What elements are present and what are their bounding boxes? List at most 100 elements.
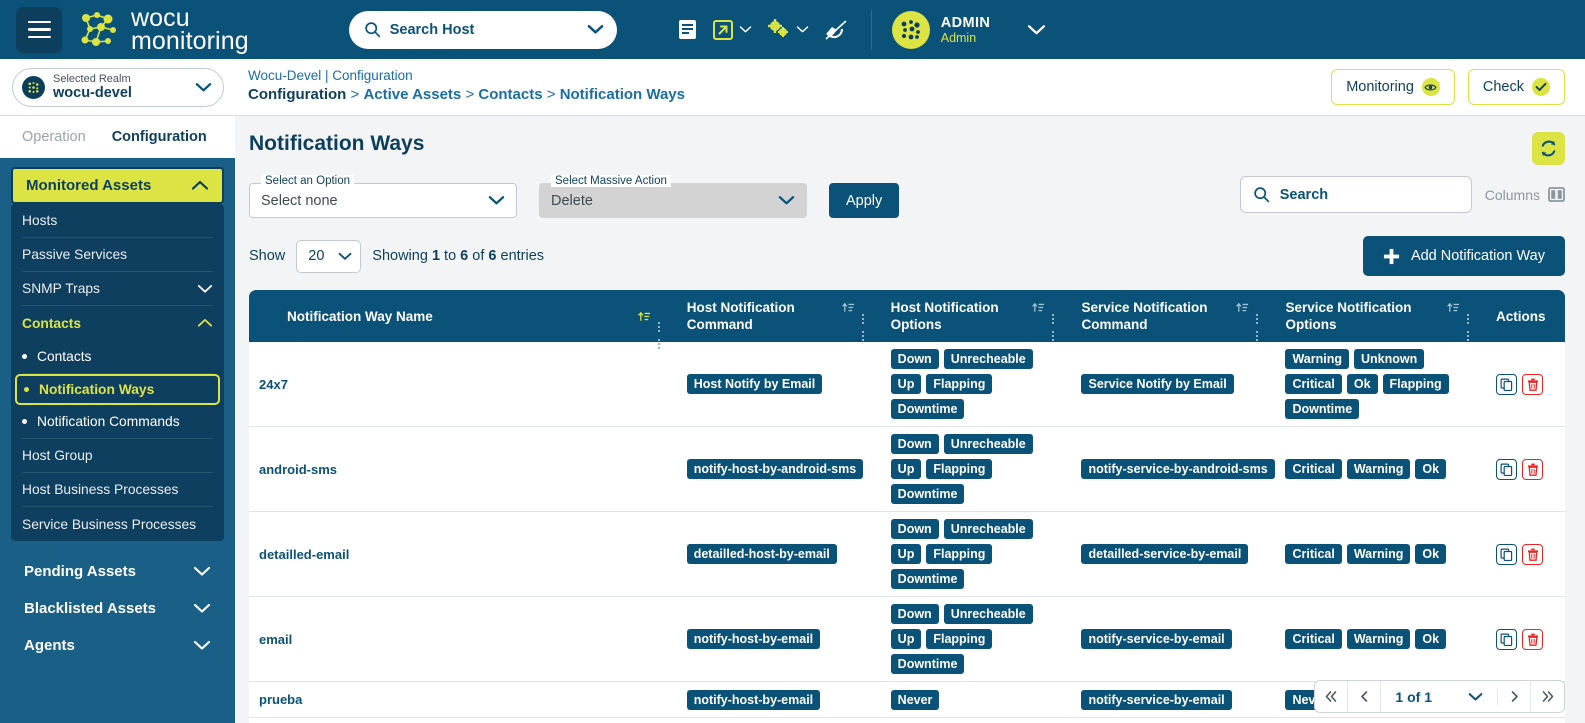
table-row[interactable]: 24x7 Host Notify by Email Down Unrecheable U… — [249, 342, 1565, 427]
monitoring-button[interactable]: Monitoring — [1331, 69, 1455, 105]
delete-button[interactable] — [1522, 543, 1543, 565]
column-drag-handle[interactable] — [1052, 303, 1061, 313]
satellite-status-button[interactable] — [823, 18, 849, 42]
documentation-button[interactable] — [677, 18, 698, 41]
sidebar-item-passive-services[interactable]: Passive Services — [22, 238, 213, 272]
search-input[interactable]: Search — [1239, 176, 1472, 213]
sidebar-group-header-agents[interactable]: Agents — [11, 627, 224, 664]
column-drag-handle[interactable] — [1256, 303, 1265, 313]
sidebar-item-notification-ways[interactable]: Notification Ways — [15, 374, 220, 405]
check-button[interactable]: Check — [1467, 69, 1565, 105]
tab-configuration[interactable]: Configuration — [112, 129, 207, 145]
grip-dot-row — [1256, 303, 1265, 305]
delete-button[interactable] — [1522, 628, 1543, 650]
chevron-down-icon[interactable] — [195, 82, 212, 93]
showing-entries-text: Showing 1 to 6 of 6 entries — [372, 248, 544, 264]
column-header-service-notification-options[interactable]: Service Notification Options — [1275, 290, 1486, 342]
sidebar-item-label: Service Business Processes — [22, 516, 197, 532]
breadcrumb-item-configuration[interactable]: Configuration — [248, 86, 346, 103]
cell-notification-way-name[interactable]: android-sms — [249, 426, 677, 512]
column-header-notification-way-name[interactable]: Notification Way Name — [249, 290, 677, 342]
option-chip: Ok — [1415, 629, 1447, 649]
sidebar-group-header-monitored-assets[interactable]: Monitored Assets — [11, 167, 224, 204]
sidebar-item-host-group[interactable]: Host Group — [22, 439, 213, 473]
sort-icon[interactable] — [841, 301, 855, 314]
monitoring-button-label: Monitoring — [1346, 79, 1414, 95]
select-an-option-dropdown[interactable]: Select none — [249, 183, 517, 218]
pagination-first-button[interactable] — [1315, 681, 1349, 712]
realm-selector[interactable]: Selected Realm wocu-devel — [12, 67, 224, 107]
brand-logo[interactable]: wocu monitoring — [80, 5, 249, 53]
show-entries-dropdown[interactable]: 20 — [296, 239, 362, 273]
cell-notification-way-name[interactable]: email — [249, 596, 677, 682]
sort-icon[interactable] — [1032, 301, 1045, 314]
apply-button[interactable]: Apply — [829, 183, 900, 218]
realm-dots-icon — [28, 81, 39, 93]
sidebar-item-contacts[interactable]: Contacts — [22, 340, 213, 374]
breadcrumb-item-notification-ways[interactable]: Notification Ways — [560, 86, 685, 103]
showing-mid: to — [440, 248, 461, 264]
chip-group: Critical Warning Ok — [1285, 544, 1476, 564]
refresh-button[interactable] — [1532, 132, 1565, 165]
external-link-button[interactable] — [712, 19, 752, 41]
chevron-down-icon[interactable] — [1027, 24, 1046, 36]
user-menu[interactable]: ADMIN Admin — [891, 10, 1047, 49]
columns-button[interactable]: Columns — [1485, 187, 1565, 203]
column-controls — [1236, 299, 1265, 314]
column-header-host-notification-options[interactable]: Host Notification Options — [880, 290, 1072, 342]
sidebar-subitem: Notification Ways — [24, 382, 154, 397]
pagination-page-selector[interactable]: 1 of 1 — [1381, 688, 1498, 705]
settings-button[interactable] — [766, 18, 809, 41]
sidebar-item-host-business-processes[interactable]: Host Business Processes — [22, 473, 213, 507]
host-search-input[interactable]: Search Host — [348, 10, 617, 49]
duplicate-button[interactable] — [1496, 373, 1517, 395]
table-row[interactable]: android-sms notify-host-by-android-sms Dow… — [249, 426, 1565, 512]
cell-host-notification-options: DownUnrecheable UpFlapping Downtime — [880, 342, 1072, 427]
pagination-next-button[interactable] — [1498, 681, 1531, 712]
chevron-down-icon[interactable] — [587, 24, 604, 35]
table-search-row: Search Columns — [1239, 176, 1565, 213]
sort-asc-icon[interactable] — [637, 310, 651, 323]
chevron-down-icon[interactable] — [796, 25, 809, 34]
sidebar-item-notification-commands[interactable]: Notification Commands — [22, 405, 213, 439]
sidebar-group-header-pending-assets[interactable]: Pending Assets — [11, 553, 224, 590]
search-icon — [1254, 187, 1269, 203]
grip-dot-row — [1052, 307, 1061, 309]
showing-pre: Showing — [372, 248, 432, 264]
column-drag-handle[interactable] — [658, 311, 667, 321]
delete-button[interactable] — [1522, 458, 1543, 480]
sort-icon[interactable] — [1447, 301, 1460, 314]
breadcrumb-item-active-assets[interactable]: Active Assets — [363, 86, 461, 103]
cell-notification-way-name[interactable]: detailled-email — [249, 511, 677, 597]
duplicate-button[interactable] — [1496, 543, 1517, 565]
copy-icon — [1500, 378, 1513, 391]
select-massive-action-dropdown[interactable]: Delete — [539, 183, 807, 218]
tab-operation[interactable]: Operation — [22, 129, 86, 145]
option-chip: Downtime — [1285, 399, 1360, 419]
sidebar-item-hosts[interactable]: Hosts — [22, 204, 213, 238]
hamburger-icon-line — [27, 20, 51, 24]
hamburger-menu-button[interactable] — [16, 6, 62, 53]
sidebar-item-snmp-traps[interactable]: SNMP Traps — [22, 272, 213, 306]
delete-button[interactable] — [1522, 373, 1543, 395]
table-row[interactable]: detailled-email detailled-host-by-email Do… — [249, 511, 1565, 597]
breadcrumb-item-contacts[interactable]: Contacts — [478, 86, 542, 103]
column-drag-handle[interactable] — [862, 303, 871, 313]
duplicate-button[interactable] — [1496, 628, 1517, 650]
table-row[interactable]: email notify-host-by-email Down Unrecheable… — [249, 596, 1565, 682]
sidebar-group-header-blacklisted-assets[interactable]: Blacklisted Assets — [11, 590, 224, 627]
sort-icon[interactable] — [1236, 301, 1249, 314]
sidebar-item-contacts-group[interactable]: Contacts — [22, 306, 213, 340]
pagination-prev-button[interactable] — [1348, 681, 1382, 712]
column-drag-handle[interactable] — [1467, 303, 1476, 313]
duplicate-button[interactable] — [1496, 458, 1517, 480]
add-notification-way-button[interactable]: Add Notification Way — [1362, 236, 1565, 276]
column-header-service-notification-command[interactable]: Service Notification Command — [1071, 290, 1276, 342]
column-header-host-notification-command[interactable]: Host Notification Command — [676, 290, 881, 342]
sidebar-item-label: Host Business Processes — [22, 482, 179, 497]
sidebar-item-service-business-processes[interactable]: Service Business Processes — [22, 507, 213, 541]
chevron-down-icon[interactable] — [739, 25, 752, 34]
pagination-last-button[interactable] — [1531, 681, 1564, 712]
cell-notification-way-name[interactable]: 24x7 — [249, 342, 677, 427]
